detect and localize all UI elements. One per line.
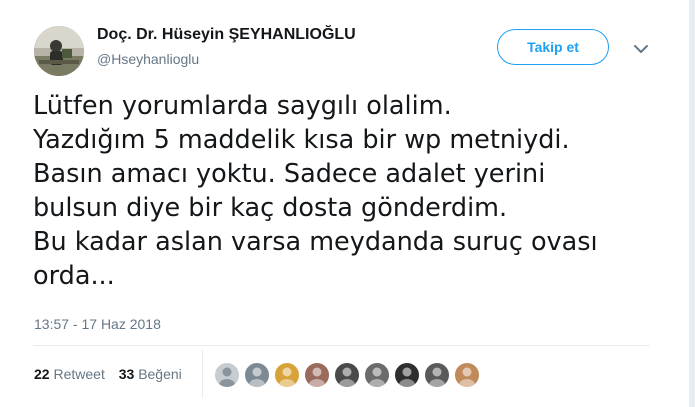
retweet-count: 22 bbox=[34, 366, 50, 382]
author-handle[interactable]: @Hseyhanlioglu bbox=[97, 51, 199, 67]
chevron-down-icon[interactable] bbox=[630, 38, 652, 60]
stats-separator bbox=[202, 350, 203, 398]
retweet-stat[interactable]: 22 Retweet bbox=[34, 366, 105, 382]
like-label: Beğeni bbox=[138, 366, 182, 382]
tweet-timestamp[interactable]: 13:57 - 17 Haz 2018 bbox=[34, 316, 161, 332]
user-avatar-icon[interactable] bbox=[424, 362, 450, 388]
tweet-line: Basın amacı yoktu. Sadece adalet yerini bbox=[33, 159, 546, 189]
tweet-text: Lütfen yorumlarda saygılı olalim. Yazdığ… bbox=[33, 89, 653, 293]
tweet-line: Yazdığım 5 maddelik kısa bir wp metniydi… bbox=[33, 125, 570, 155]
divider bbox=[33, 345, 650, 346]
author-avatar-photo bbox=[34, 26, 84, 76]
user-avatar-icon[interactable] bbox=[454, 362, 480, 388]
tweet-line: orda... bbox=[33, 261, 115, 291]
emblem-avatar-icon[interactable] bbox=[274, 362, 300, 388]
follow-button[interactable]: Takip et bbox=[497, 29, 609, 65]
user-avatar-icon[interactable] bbox=[364, 362, 390, 388]
author-name[interactable]: Doç. Dr. Hüseyin ŞEYHANLIOĞLU bbox=[97, 26, 356, 44]
user-avatar-icon[interactable] bbox=[304, 362, 330, 388]
window-edge bbox=[689, 0, 695, 407]
retweet-label: Retweet bbox=[53, 366, 105, 382]
like-count: 33 bbox=[118, 366, 135, 382]
tweet-card: Doç. Dr. Hüseyin ŞEYHANLIOĞLU @Hseyhanli… bbox=[0, 0, 689, 407]
default-avatar-icon[interactable] bbox=[214, 362, 240, 388]
tweet-line: Bu kadar aslan varsa meydanda suruç ovas… bbox=[33, 227, 598, 257]
like-stat[interactable]: 33 Beğeni bbox=[119, 366, 182, 382]
tweet-line: Lütfen yorumlarda saygılı olalim. bbox=[33, 91, 452, 121]
user-avatar-icon[interactable] bbox=[244, 362, 270, 388]
user-avatar-icon[interactable] bbox=[334, 362, 360, 388]
user-avatar-icon[interactable] bbox=[394, 362, 420, 388]
tweet-line: bulsun diye bir kaç dosta gönderdim. bbox=[33, 193, 508, 223]
tweet-stats: 22 Retweet 33 Beğeni bbox=[34, 366, 192, 382]
author-avatar[interactable] bbox=[34, 26, 84, 76]
